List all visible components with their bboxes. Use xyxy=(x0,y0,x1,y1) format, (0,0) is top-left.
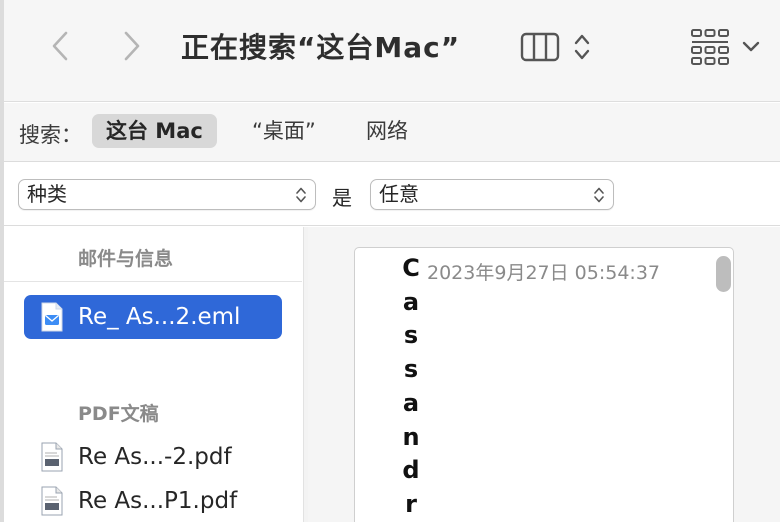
search-criteria-row: 种类 是 任意 xyxy=(4,163,780,226)
result-item-label: Re As...-2.pdf xyxy=(78,444,232,470)
scrollbar-thumb[interactable] xyxy=(716,256,731,292)
sender-letter: d xyxy=(402,456,420,485)
result-item-label: Re As...P1.pdf xyxy=(78,488,238,514)
chevron-left-icon xyxy=(52,31,68,61)
preview-pane: C a s s a n d r 2023年9月27日 05:54:37 xyxy=(308,227,780,522)
section-divider xyxy=(4,281,302,282)
sender-name: C a s s a n d r xyxy=(401,252,421,522)
group-by-button[interactable] xyxy=(690,26,760,68)
up-down-chevron-icon xyxy=(594,187,604,203)
sender-letter: r xyxy=(405,489,417,518)
criteria-operator: 是 xyxy=(332,186,352,210)
window-title: 正在搜索“这台Mac” xyxy=(181,31,461,64)
email-date: 2023年9月27日 05:54:37 xyxy=(427,262,660,284)
pdf-doc-icon xyxy=(38,441,66,473)
column-view-icon xyxy=(520,32,560,62)
result-item-label: Re_ As...2.eml xyxy=(78,304,241,330)
sender-letter: s xyxy=(403,321,419,350)
email-preview: C a s s a n d r 2023年9月27日 05:54:37 xyxy=(354,247,734,522)
section-header-mail: 邮件与信息 xyxy=(78,248,174,270)
result-item-pdf-2[interactable]: Re As...P1.pdf xyxy=(24,479,282,522)
chevron-right-icon xyxy=(124,31,140,61)
grid-group-icon xyxy=(691,29,729,65)
toolbar: 正在搜索“这台Mac” xyxy=(4,0,780,102)
criteria-attribute-popup[interactable]: 种类 xyxy=(18,179,316,210)
back-button[interactable] xyxy=(42,28,78,64)
up-down-chevron-icon xyxy=(296,187,306,203)
chevron-down-icon xyxy=(742,41,760,52)
criteria-value-popup[interactable]: 任意 xyxy=(370,179,614,210)
criteria-attribute-value: 种类 xyxy=(27,182,67,206)
scope-network-button[interactable]: 网络 xyxy=(352,114,422,148)
finder-window: 正在搜索“这台Mac” 搜索： 这台 Mac “桌面” 网络 种类 是 任意 邮… xyxy=(0,0,780,522)
search-scope-bar: 搜索： 这台 Mac “桌面” 网络 xyxy=(4,103,780,162)
sender-letter: a xyxy=(402,388,420,417)
sender-letter: n xyxy=(402,422,420,451)
section-header-pdf: PDF文稿 xyxy=(78,403,159,425)
result-item-eml[interactable]: Re_ As...2.eml xyxy=(24,295,282,339)
scope-this-mac-button[interactable]: 这台 Mac xyxy=(92,114,217,148)
sender-letter: s xyxy=(403,355,419,384)
criteria-value-text: 任意 xyxy=(379,182,419,206)
scope-desktop-button[interactable]: “桌面” xyxy=(238,114,330,148)
mail-doc-icon xyxy=(38,301,66,333)
view-mode-button[interactable] xyxy=(520,28,592,66)
search-results-list: 邮件与信息 Re_ As...2.eml PDF文稿 Re As...-2.pd… xyxy=(4,227,304,522)
pdf-doc-icon xyxy=(38,485,66,517)
forward-button[interactable] xyxy=(114,28,150,64)
preview-scrollbar[interactable] xyxy=(713,256,731,522)
result-item-pdf-1[interactable]: Re As...-2.pdf xyxy=(24,435,282,479)
up-down-chevron-icon xyxy=(574,34,590,60)
sender-letter: C xyxy=(402,254,420,282)
scope-label: 搜索： xyxy=(19,123,82,147)
sender-letter: a xyxy=(402,287,420,316)
